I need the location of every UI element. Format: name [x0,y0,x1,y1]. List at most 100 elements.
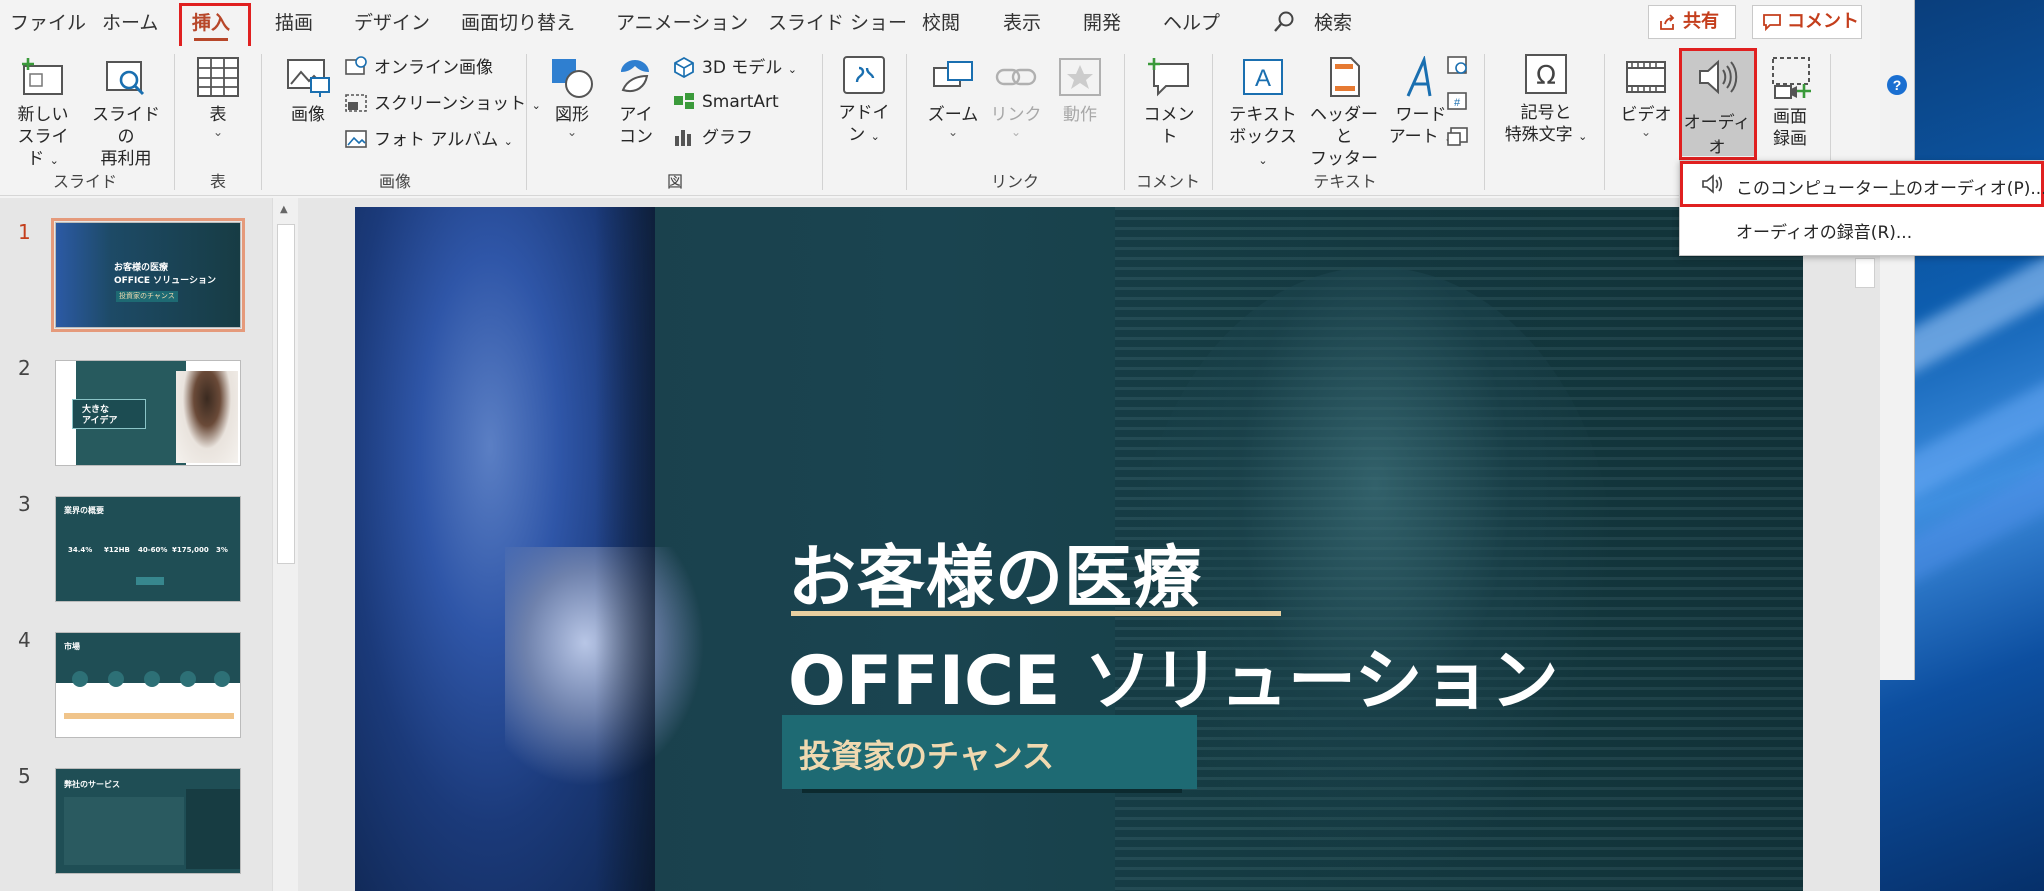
audio-on-my-pc-menu-item[interactable]: このコンピューター上のオーディオ(P)... [1736,174,2044,199]
link-button[interactable]: リンク ⌄ [990,56,1042,138]
svg-text:Ω: Ω [1536,61,1556,91]
search-icon[interactable] [1272,10,1296,34]
audio-button[interactable]: オーディオ ⌄ [1680,50,1754,158]
thumbnail-title: お客様の医療 [114,263,169,273]
3d-models-label: 3D モデル [702,58,783,78]
photo-album-button[interactable]: フォト アルバム ⌄ [344,128,513,154]
tab-draw[interactable]: 描画 [275,8,313,38]
group-separator [1604,54,1605,190]
symbols-button[interactable]: Ω 記号と 特殊文字 ⌄ [1500,52,1592,148]
tab-animations[interactable]: アニメーション [616,8,748,38]
icons-button[interactable]: アイ コン [608,56,664,148]
title-underline [791,611,1281,616]
group-separator [822,54,823,190]
smartart-button[interactable]: SmartArt [672,90,779,114]
share-label: 共有 [1683,11,1719,32]
table-button[interactable]: 表 ⌄ [188,56,248,138]
ribbon-tab-bar: ファイル ホーム 挿入 描画 デザイン 画面切り替え アニメーション スライド … [0,0,1880,46]
thumbnail-stat: 3% [216,546,228,554]
thumbnail-title: アイデア [82,416,118,426]
svg-text:#: # [1454,97,1461,109]
scroll-up-icon[interactable]: ▲ [280,204,288,215]
slide-thumbnail-4[interactable]: 市場 [55,632,241,738]
record-audio-menu-item[interactable]: オーディオの録音(R)... [1736,218,1912,243]
group-label-text: テキスト [1313,172,1377,191]
tab-developer[interactable]: 開発 [1083,8,1121,38]
slide-scrollbar[interactable] [1852,198,1878,891]
textbox-icon: A [1243,59,1283,95]
reuse-slides-icon [106,61,145,96]
tab-design[interactable]: デザイン [354,8,430,38]
online-pictures-label: オンライン画像 [374,58,493,78]
slide-thumbnail-5[interactable]: 弊社のサービス [55,768,241,874]
online-pictures-button[interactable]: オンライン画像 [344,56,493,80]
pictures-button[interactable]: 画像 [278,56,338,126]
thumbnail-scroll-thumb[interactable] [277,224,295,564]
wordart-label-2: アート [1388,127,1439,147]
slide-thumbnail-1[interactable]: お客様の医療 OFFICE ソリューション 投資家のチャンス [51,218,245,332]
group-label-links: リンク [990,172,1039,191]
share-button[interactable]: 共有 [1648,5,1736,39]
3d-models-button[interactable]: 3D モデル ⌄ [672,56,797,82]
action-label: 動作 [1063,105,1097,125]
screen-recording-icon [1772,57,1811,99]
chart-label: グラフ [702,128,753,148]
group-label-illustrations: 図 [666,172,683,191]
tab-file[interactable]: ファイル [10,8,86,38]
action-button[interactable]: 動作 [1054,56,1106,126]
group-label-slides: スライド [52,172,117,191]
addins-icon [843,56,885,94]
shapes-button[interactable]: 図形 ⌄ [544,56,600,138]
doctor-image [1135,267,1615,891]
tab-slideshow[interactable]: スライド ショー [768,8,907,38]
tab-insert[interactable]: 挿入 [192,8,230,41]
pictures-label: 画像 [291,105,325,125]
online-picture-icon [345,56,367,75]
date-time-icon[interactable] [1446,54,1470,76]
picture-icon [287,59,330,97]
reuse-slides-button[interactable]: スライドの 再利用 [86,56,166,170]
thumbnail-title: 業界の概要 [64,506,104,515]
slide-thumbnail-3[interactable]: 業界の概要 34.4% ¥12HB 40-60% ¥175,000 3% [55,496,241,602]
screenshot-label: スクリーンショット [374,94,527,114]
slide-scroll-thumb[interactable] [1855,258,1875,288]
tab-transitions[interactable]: 画面切り替え [461,8,575,38]
slide-thumbnail-2[interactable]: 大きな アイデア [55,360,241,466]
svg-text:?: ? [1893,77,1902,93]
chart-icon [675,130,691,146]
tab-review[interactable]: 校閲 [922,8,960,38]
search-box[interactable]: 検索 [1314,8,1352,38]
tab-help[interactable]: ヘルプ [1163,8,1220,38]
thumbnail-number: 1 [18,220,31,244]
group-label-comments: コメント [1135,172,1200,191]
tab-home[interactable]: ホーム [102,8,158,38]
thumbnail-stat: 40-60% [138,546,168,554]
textbox-button[interactable]: A テキスト ボックス ⌄ [1224,56,1302,172]
slide-thumbnail-pane: 1 お客様の医療 OFFICE ソリューション 投資家のチャンス 2 大きな ア… [0,198,300,891]
screenshot-button[interactable]: スクリーンショット ⌄ [344,92,541,118]
comments-label: コメント [1787,11,1859,32]
new-slide-button[interactable]: 新しい スライド ⌄ [10,56,76,172]
header-footer-button[interactable]: ヘッダーと フッター [1304,56,1384,170]
screen-recording-button[interactable]: 画面 録画 [1758,56,1822,150]
video-button[interactable]: ビデオ ⌄ [1614,56,1678,138]
object-icon[interactable] [1446,126,1470,148]
zoom-button[interactable]: ズーム ⌄ [920,56,986,138]
slide-title-line-2[interactable]: OFFICE ソリューション [788,625,1559,724]
new-comment-button[interactable]: コメント [1136,56,1202,148]
group-separator [174,54,175,190]
slide-subtitle[interactable]: 投資家のチャンス [799,731,1054,777]
slide-canvas[interactable]: お客様の医療 OFFICE ソリューション 投資家のチャンス [355,207,1803,891]
svg-text:A: A [1255,65,1271,92]
group-separator [906,54,907,190]
tab-view[interactable]: 表示 [1003,8,1041,38]
slide-title-line-1[interactable]: お客様の医療 [788,522,1202,621]
screen-recording-label-1: 画面 [1773,107,1807,127]
chart-button[interactable]: グラフ [672,126,753,150]
slide-number-icon[interactable]: # [1446,90,1470,112]
addins-button[interactable]: アドイ ン ⌄ [834,54,894,148]
thumbnail-scrollbar[interactable]: ▲ [272,198,298,891]
comments-button[interactable]: コメント [1752,5,1862,39]
header-footer-icon [1330,57,1360,97]
powerpoint-window: ファイル ホーム 挿入 描画 デザイン 画面切り替え アニメーション スライド … [0,0,1880,891]
